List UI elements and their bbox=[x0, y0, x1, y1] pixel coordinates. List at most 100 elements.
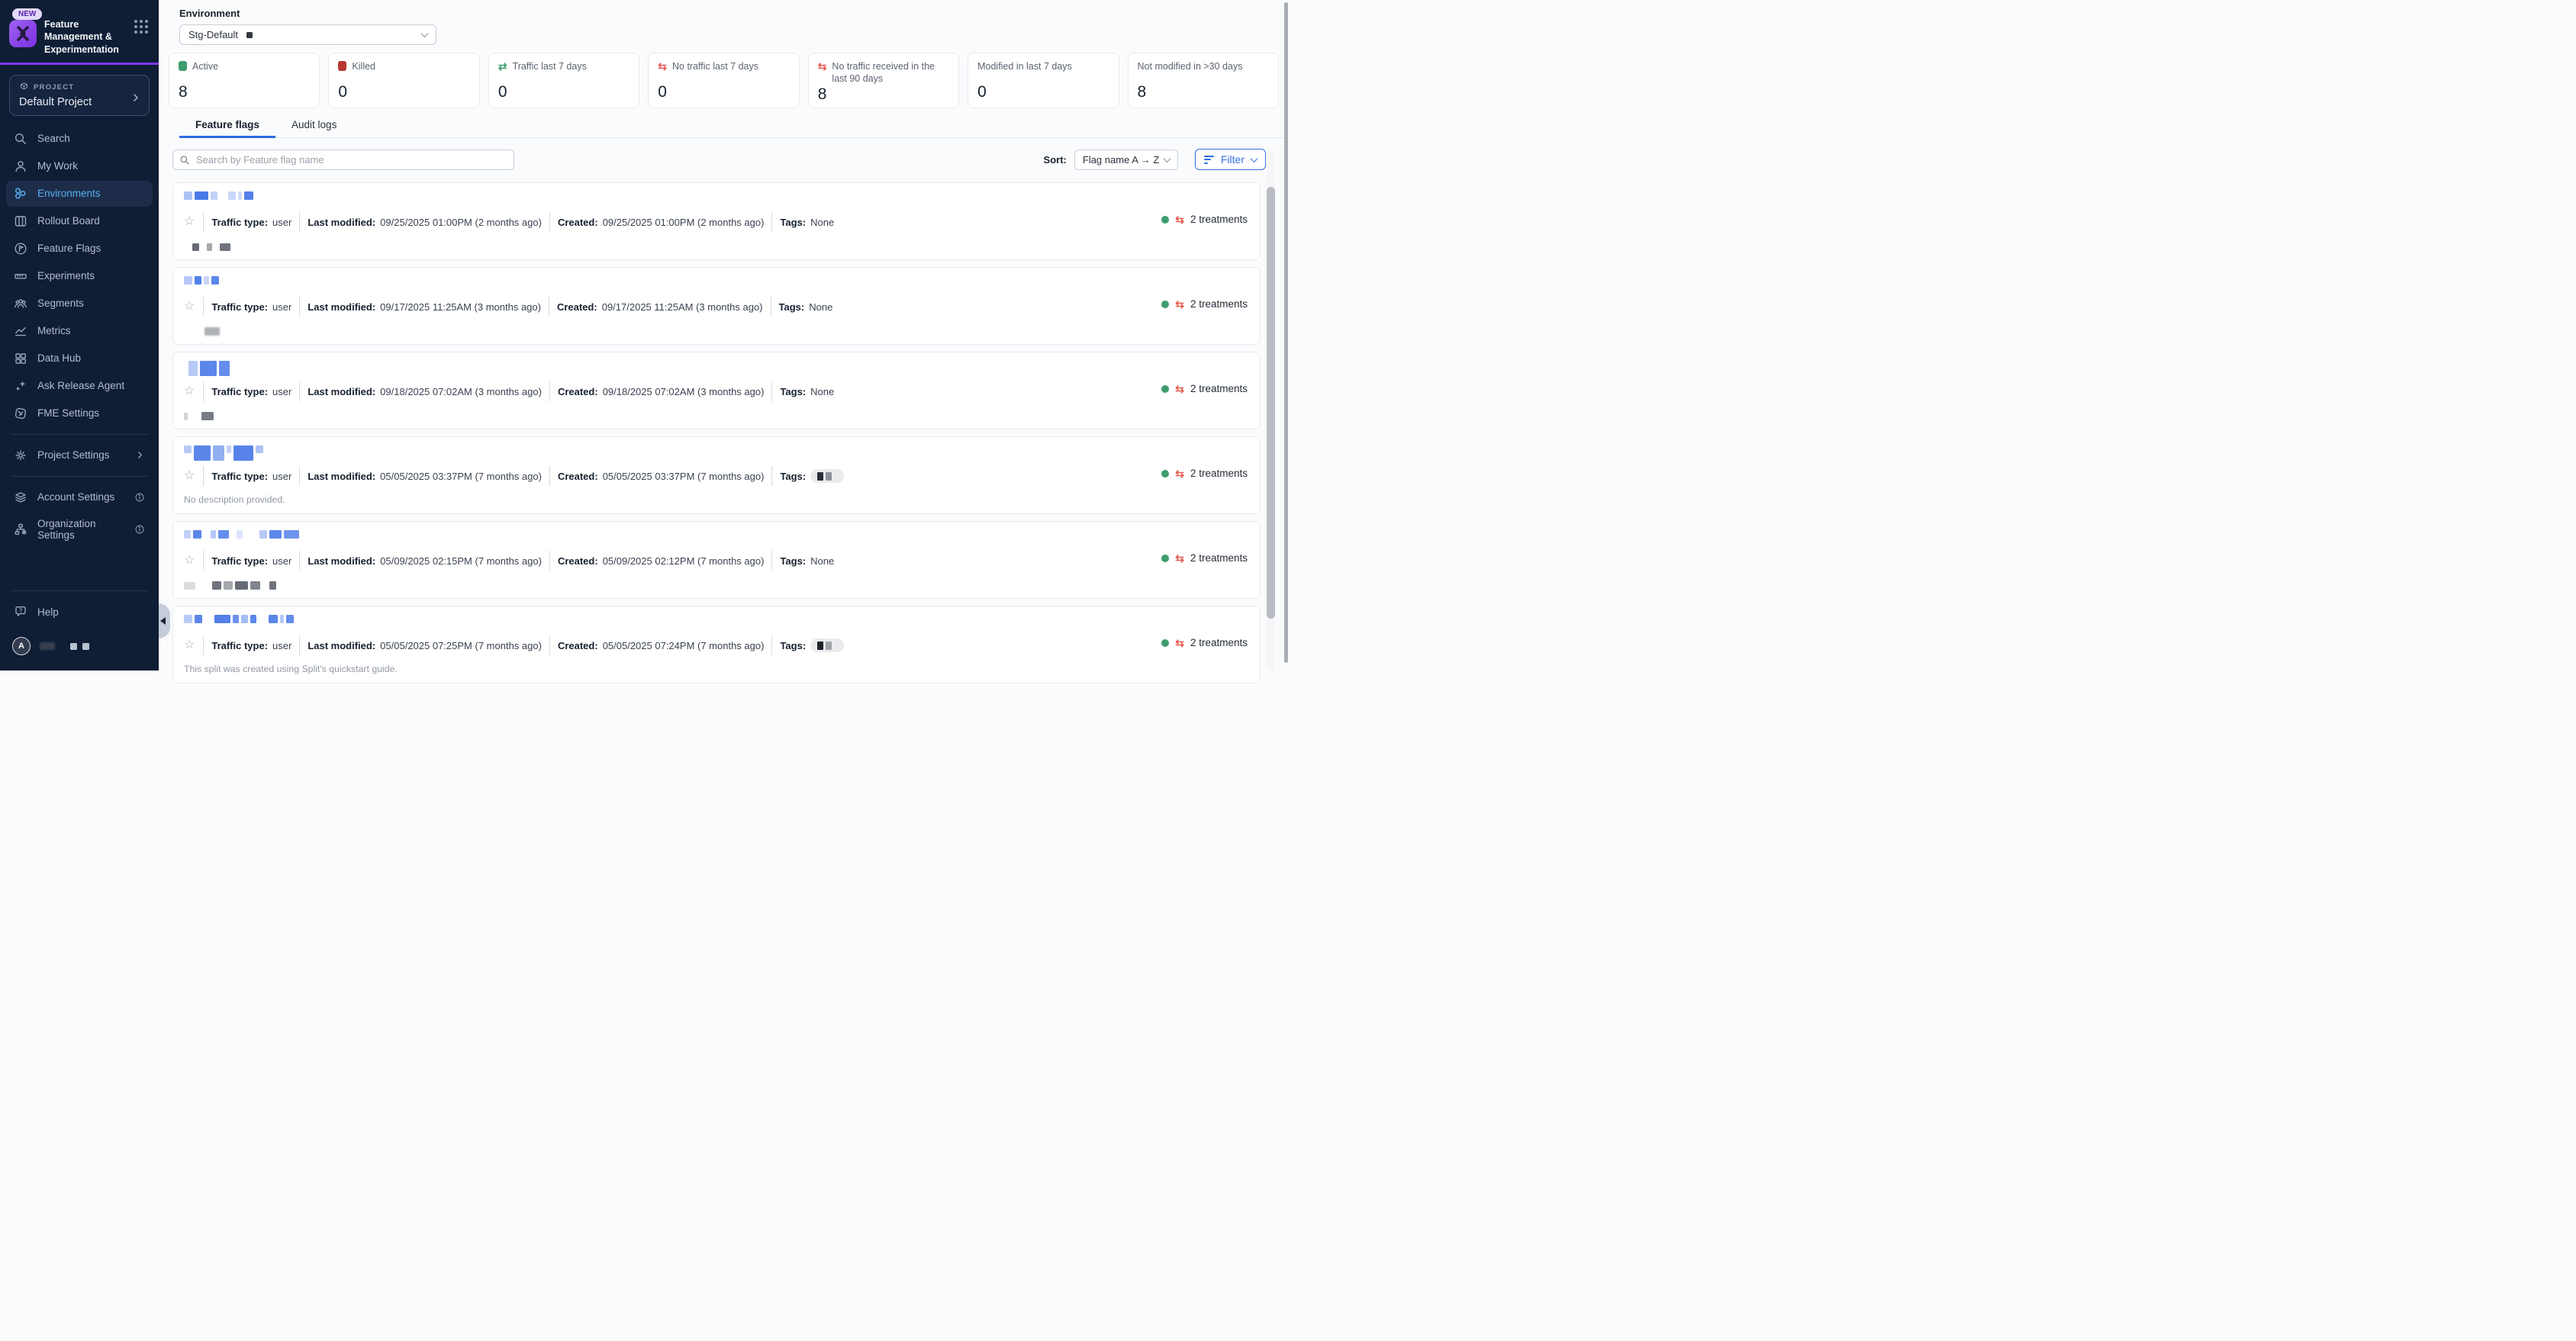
traffic-type-value: user bbox=[272, 555, 291, 567]
sidebar-item-organization-settings[interactable]: Organization Settings bbox=[6, 512, 153, 547]
tags-value: None bbox=[809, 301, 832, 313]
sidebar-item-account-settings[interactable]: Account Settings bbox=[6, 484, 153, 510]
flag-row[interactable]: ☆ Traffic type:user Last modified:09/18/… bbox=[172, 352, 1261, 429]
sidebar-item-metrics[interactable]: Metrics bbox=[6, 318, 153, 344]
info-icon[interactable] bbox=[134, 492, 145, 503]
killed-status-icon bbox=[338, 61, 346, 71]
active-dot-icon bbox=[1161, 216, 1169, 224]
sidebar-header: NEW Feature Management & Experimentation bbox=[0, 0, 159, 56]
page-scrollbar[interactable] bbox=[1284, 2, 1288, 663]
environment-value: Stg-Default bbox=[188, 29, 238, 40]
traffic-type-value: user bbox=[272, 471, 291, 482]
flag-circle-icon bbox=[14, 242, 27, 256]
chevron-right-icon bbox=[130, 92, 141, 107]
app-switcher-icon[interactable] bbox=[134, 20, 148, 34]
stat-card-no-traffic-7d: ⇆No traffic last 7 days 0 bbox=[648, 53, 799, 108]
redacted-flag-name bbox=[184, 530, 1249, 547]
flag-row[interactable]: ☆ Traffic type:user Last modified:05/05/… bbox=[172, 606, 1261, 683]
created-value: 09/17/2025 11:25AM (3 months ago) bbox=[602, 301, 763, 313]
last-modified-value: 05/05/2025 03:37PM (7 months ago) bbox=[380, 471, 542, 482]
sidebar-item-experiments[interactable]: Experiments bbox=[6, 263, 153, 289]
sort-value: Flag name A → Z bbox=[1083, 154, 1159, 166]
redacted-tag-pill bbox=[810, 638, 844, 652]
active-status-icon bbox=[179, 61, 187, 71]
person-icon bbox=[14, 159, 27, 173]
list-scrollbar-track[interactable] bbox=[1267, 150, 1275, 670]
flag-row[interactable]: ☆ Traffic type:user Last modified:05/09/… bbox=[172, 521, 1261, 599]
last-modified-value: 05/05/2025 07:25PM (7 months ago) bbox=[380, 640, 542, 651]
traffic-swap-icon: ⇄ bbox=[498, 61, 507, 72]
redacted-flag-name bbox=[184, 615, 1249, 632]
sidebar-item-feature-flags[interactable]: Feature Flags bbox=[6, 236, 153, 262]
stat-value: 0 bbox=[338, 83, 469, 101]
sidebar-divider bbox=[11, 590, 148, 591]
star-icon[interactable]: ☆ bbox=[184, 301, 195, 313]
star-icon[interactable]: ☆ bbox=[184, 385, 195, 397]
flag-row[interactable]: ☆ Traffic type:user Last modified:09/17/… bbox=[172, 267, 1261, 345]
sidebar-item-search[interactable]: Search bbox=[6, 126, 153, 152]
sidebar-item-my-work[interactable]: My Work bbox=[6, 153, 153, 179]
ruler-icon bbox=[14, 269, 27, 283]
avatar[interactable]: A bbox=[12, 637, 31, 655]
sidebar-item-data-hub[interactable]: Data Hub bbox=[6, 346, 153, 371]
environments-icon bbox=[14, 187, 27, 201]
filter-icon bbox=[1204, 156, 1214, 164]
flag-row[interactable]: ☆ Traffic type:user Last modified:05/05/… bbox=[172, 436, 1261, 514]
tags-value: None bbox=[810, 217, 834, 228]
star-icon[interactable]: ☆ bbox=[184, 555, 195, 567]
no-traffic-swap-icon: ⇆ bbox=[658, 61, 667, 72]
star-icon[interactable]: ☆ bbox=[184, 639, 195, 651]
fme-logo-icon bbox=[14, 407, 27, 420]
treatments-count: 2 treatments bbox=[1190, 298, 1248, 310]
sidebar-item-ask-release-agent[interactable]: Ask Release Agent bbox=[6, 373, 153, 399]
brand-divider bbox=[0, 63, 159, 65]
flag-description: This split was created using Split's qui… bbox=[184, 664, 398, 674]
traffic-type-value: user bbox=[272, 301, 291, 313]
split-logo bbox=[9, 20, 37, 47]
sidebar-item-segments[interactable]: Segments bbox=[6, 291, 153, 317]
sidebar-item-environments[interactable]: Environments bbox=[6, 181, 153, 207]
tab-audit-logs[interactable]: Audit logs bbox=[275, 119, 353, 137]
new-badge: NEW bbox=[12, 8, 42, 20]
sidebar-item-help[interactable]: ? Help bbox=[6, 599, 153, 625]
sidebar-nav: Search My Work Environments Rollout Boar… bbox=[0, 119, 159, 548]
flag-row[interactable]: ☆ Traffic type:user Last modified:09/25/… bbox=[172, 182, 1261, 260]
created-value: 05/05/2025 07:24PM (7 months ago) bbox=[603, 640, 765, 651]
chevron-right-icon bbox=[135, 450, 145, 460]
stat-card-not-modified-30d: Not modified in >30 days 8 bbox=[1128, 53, 1279, 108]
redacted-tag-pill bbox=[810, 469, 844, 483]
active-dot-icon bbox=[1161, 639, 1169, 647]
list-scrollbar-thumb[interactable] bbox=[1267, 187, 1275, 619]
search-input[interactable] bbox=[172, 150, 514, 170]
swap-icon: ⇆ bbox=[1175, 214, 1184, 225]
filter-button[interactable]: Filter bbox=[1195, 149, 1266, 170]
stat-card-modified-7d: Modified in last 7 days 0 bbox=[968, 53, 1119, 108]
sidebar: NEW Feature Management & Experimentation… bbox=[0, 0, 159, 670]
sidebar-item-project-settings[interactable]: Project Settings bbox=[6, 442, 153, 468]
help-bubble-icon: ? bbox=[14, 605, 27, 619]
stats-row: Active 8 Killed 0 ⇄Traffic last 7 days 0… bbox=[169, 53, 1279, 108]
traffic-type-value: user bbox=[272, 386, 291, 397]
active-dot-icon bbox=[1161, 301, 1169, 308]
redacted-block bbox=[70, 643, 77, 650]
no-traffic-swap-icon: ⇆ bbox=[818, 61, 827, 72]
project-selector[interactable]: PROJECT Default Project bbox=[9, 75, 150, 116]
environment-select[interactable]: Stg-Default bbox=[179, 24, 436, 45]
star-icon[interactable]: ☆ bbox=[184, 470, 195, 482]
tab-feature-flags[interactable]: Feature flags bbox=[179, 119, 275, 137]
treatments-count: 2 treatments bbox=[1190, 468, 1248, 479]
last-modified-value: 05/09/2025 02:15PM (7 months ago) bbox=[380, 555, 542, 567]
feature-flag-list: ☆ Traffic type:user Last modified:09/25/… bbox=[172, 182, 1261, 683]
sidebar-item-rollout-board[interactable]: Rollout Board bbox=[6, 208, 153, 234]
main-content: Environment Stg-Default Active 8 Killed … bbox=[159, 0, 1288, 670]
info-icon[interactable] bbox=[134, 524, 145, 535]
sidebar-item-fme-settings[interactable]: FME Settings bbox=[6, 400, 153, 426]
traffic-type-value: user bbox=[272, 217, 291, 228]
sort-select[interactable]: Flag name A → Z bbox=[1074, 150, 1178, 170]
search-icon bbox=[14, 132, 27, 146]
redacted-flag-name bbox=[184, 191, 1249, 208]
star-icon[interactable]: ☆ bbox=[184, 216, 195, 228]
stat-value: 0 bbox=[977, 83, 1109, 101]
created-value: 05/09/2025 02:12PM (7 months ago) bbox=[603, 555, 765, 567]
treatments-count: 2 treatments bbox=[1190, 552, 1248, 564]
